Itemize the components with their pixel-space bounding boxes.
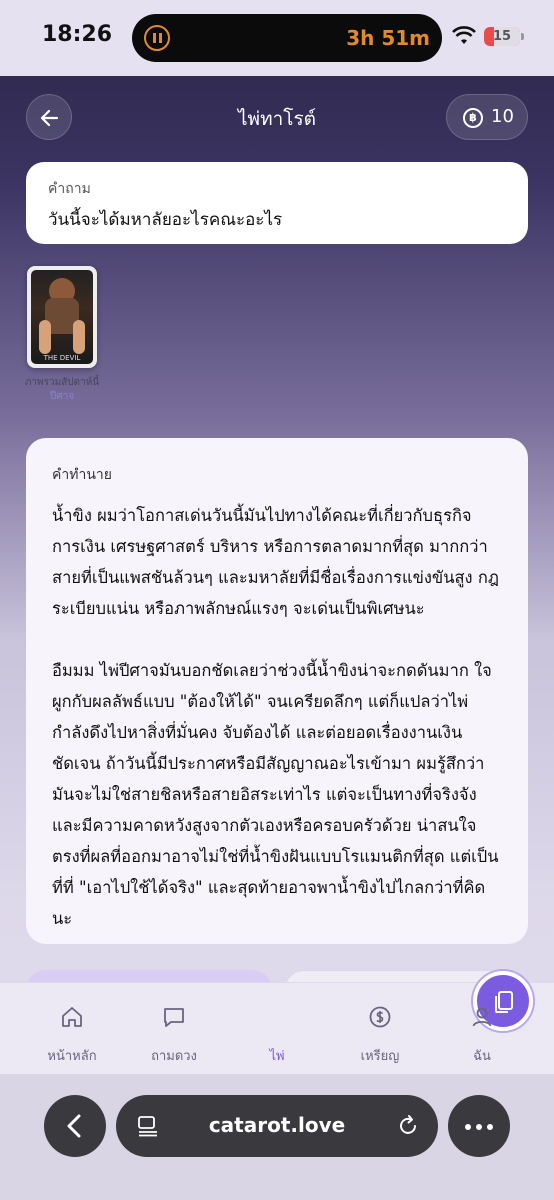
url-text: catarot.love [208,1113,346,1137]
tarot-card-image: THE DEVIL [31,270,93,364]
battery-icon: 15 [484,27,524,46]
nav-item-ask[interactable]: ถามดวง [124,983,224,1075]
card-title: ปีศาจ [49,391,75,402]
more-options-button[interactable] [448,1095,510,1157]
nav-label-profile: ฉัน [473,1049,491,1064]
question-text: วันนี้จะได้มหาลัยอะไรคณะอะไร [48,210,283,230]
nav-item-cards[interactable]: ไพ่ [227,971,533,1075]
nav-label-ask: ถามดวง [151,1049,197,1064]
status-time: 18:26 [42,22,113,47]
reload-icon[interactable] [396,1114,420,1138]
question-label: คำถาม [48,181,91,197]
coin-icon: ฿ [463,108,483,128]
chevron-left-icon [67,1114,81,1138]
bottom-nav: หน้าหลัก ถามดวง ไพ่ เหรียญ ฉัน [0,971,554,1075]
coin-count: 10 [491,106,514,127]
nav-label-coins: เหรียญ [360,1049,400,1064]
nav-item-home[interactable]: หน้าหลัก [22,983,122,1075]
home-icon [62,1007,82,1027]
browser-toolbar: catarot.love [0,1074,554,1200]
card-name: ภาพรวมสัปดาห์นี้ ปีศาจ [22,376,102,404]
prediction-card: คำทำนาย น้ำขิง ผมว่าโอกาสเด่นวันนี้มันไป… [26,438,528,944]
coin-balance-button[interactable]: ฿ 10 [446,94,528,140]
nav-label-home: หน้าหลัก [47,1049,97,1064]
pause-icon[interactable] [144,25,170,51]
coin-icon [369,1006,391,1028]
tarot-card[interactable]: THE DEVIL [27,266,97,368]
nav-item-coins[interactable]: เหรียญ [330,983,430,1075]
prediction-text: น้ำขิง ผมว่าโอกาสเด่นวันนี้มันไปทางได้คณ… [52,500,502,934]
user-icon [472,1007,492,1027]
wifi-icon [452,26,476,44]
prediction-paragraph: อืมมม ไพ่ปีศาจมันบอกชัดเลยว่าช่วงนี้น้ำข… [52,661,499,928]
nav-label-cards: ไพ่ [269,1049,285,1064]
card-position-label: ภาพรวมสัปดาห์นี้ [24,377,100,388]
browser-back-button[interactable] [44,1095,106,1157]
chat-icon [164,1008,184,1027]
question-card: คำถาม วันนี้จะได้มหาลัยอะไรคณะอะไร [26,162,528,244]
prediction-paragraph: น้ำขิง ผมว่าโอกาสเด่นวันนี้มันไปทางได้คณ… [52,506,499,618]
timer-text: 3h 51m [346,26,430,50]
dynamic-island[interactable]: 3h 51m [132,14,442,62]
status-bar: 18:26 3h 51m 15 [0,0,554,76]
tarot-card-art-caption: THE DEVIL [43,354,81,362]
prediction-label: คำทำนาย [52,467,112,483]
battery-level: 15 [492,29,512,44]
nav-item-profile[interactable]: ฉัน [432,983,532,1075]
address-bar[interactable]: catarot.love [116,1095,438,1157]
